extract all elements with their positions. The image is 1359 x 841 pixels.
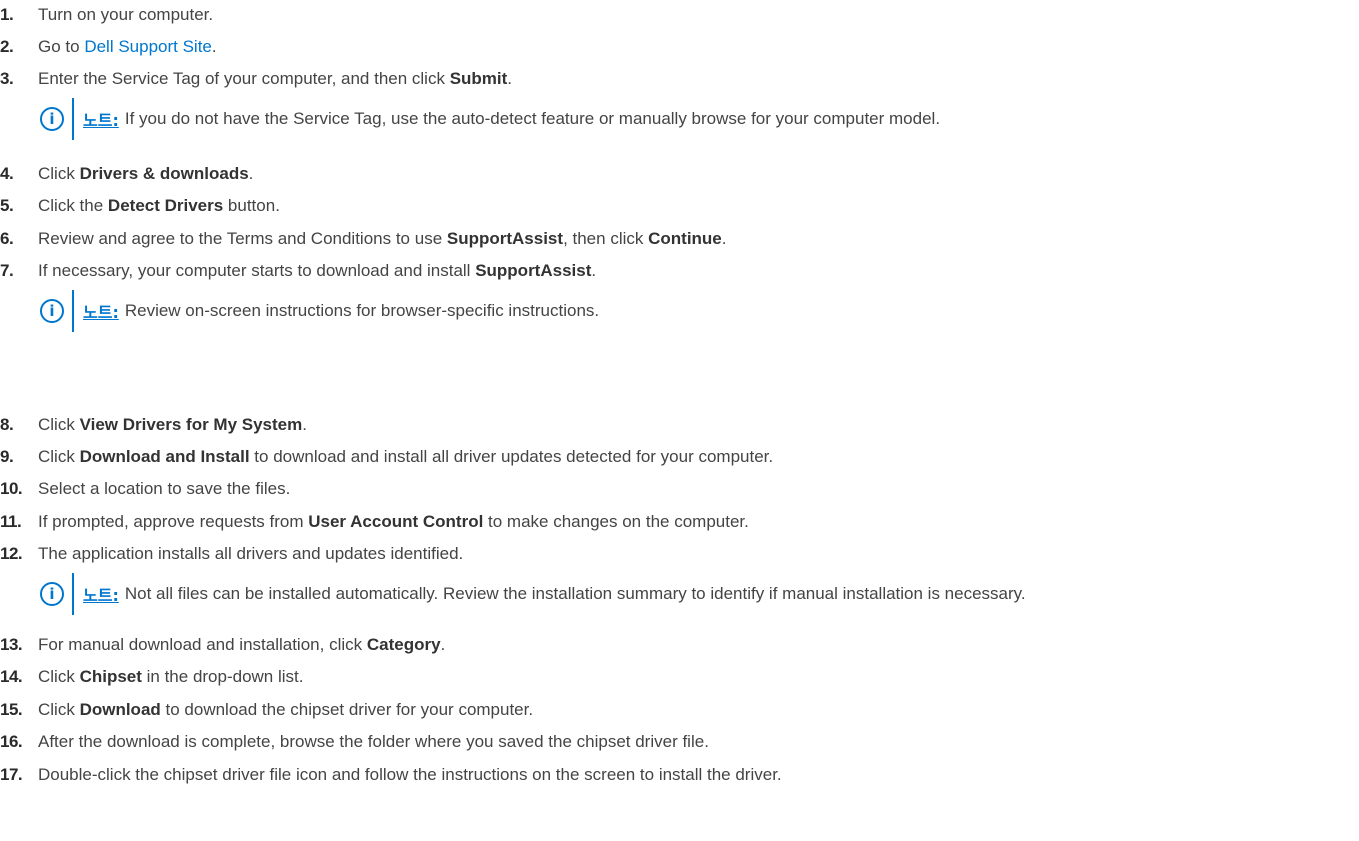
step-number: 7. xyxy=(0,261,14,280)
dell-support-site-link[interactable]: Dell Support Site xyxy=(84,37,212,56)
step-text: Double-click the chipset driver file ico… xyxy=(38,765,782,784)
step-4: 4. Click Drivers & downloads. xyxy=(0,160,253,188)
step-number: 6. xyxy=(0,229,14,248)
step-2: 2. Go to Dell Support Site. xyxy=(0,33,217,61)
note-text: Not all files can be installed automatic… xyxy=(124,584,1026,603)
step-text: Select a location to save the files. xyxy=(38,479,291,498)
step-16: 16. After the download is complete, brow… xyxy=(0,728,709,756)
step-10: 10. Select a location to save the files. xyxy=(0,475,290,503)
step-1: 1. Turn on your computer. xyxy=(0,1,213,29)
note-text: Review on-screen instructions for browse… xyxy=(124,301,600,320)
step-number: 1. xyxy=(0,5,14,24)
step-text: If prompted, approve requests from User … xyxy=(38,512,749,531)
info-circle-icon: i xyxy=(40,107,64,131)
note-label: 노트: xyxy=(83,303,119,322)
instruction-list: 1. Turn on your computer. 2. Go to Dell … xyxy=(0,0,1359,841)
step-9: 9. Click Download and Install to downloa… xyxy=(0,443,773,471)
note-text: If you do not have the Service Tag, use … xyxy=(124,109,941,128)
step-number: 17. xyxy=(0,765,23,784)
step-number: 8. xyxy=(0,415,14,434)
step-17: 17. Double-click the chipset driver file… xyxy=(0,761,782,789)
step-6: 6. Review and agree to the Terms and Con… xyxy=(0,225,727,253)
step-number: 10. xyxy=(0,479,23,498)
note-label: 노트: xyxy=(83,111,119,130)
step-number: 4. xyxy=(0,164,14,183)
step-14: 14. Click Chipset in the drop-down list. xyxy=(0,663,304,691)
note-divider xyxy=(72,98,74,140)
step-text: Enter the Service Tag of your computer, … xyxy=(38,69,513,88)
step-text: Go to Dell Support Site. xyxy=(38,37,217,56)
note-browser-instructions: i 노트: Review on-screen instructions for … xyxy=(38,290,599,332)
step-number: 14. xyxy=(0,667,23,686)
note-divider xyxy=(72,290,74,332)
step-number: 11. xyxy=(0,512,22,531)
step-text: The application installs all drivers and… xyxy=(38,544,464,563)
note-manual-installation: i 노트: Not all files can be installed aut… xyxy=(38,573,1026,615)
note-service-tag: i 노트: If you do not have the Service Tag… xyxy=(38,98,940,140)
info-circle-icon: i xyxy=(40,299,64,323)
step-number: 13. xyxy=(0,635,23,654)
step-text: Click the Detect Drivers button. xyxy=(38,196,280,215)
step-text: For manual download and installation, cl… xyxy=(38,635,446,654)
step-text: Click Drivers & downloads. xyxy=(38,164,254,183)
step-number: 9. xyxy=(0,447,14,466)
step-text: If necessary, your computer starts to do… xyxy=(38,261,597,280)
step-text: After the download is complete, browse t… xyxy=(38,732,709,751)
step-text: Click Download and Install to download a… xyxy=(38,447,774,466)
note-label: 노트: xyxy=(83,586,119,605)
step-12: 12. The application installs all drivers… xyxy=(0,540,463,568)
step-number: 5. xyxy=(0,196,14,215)
step-text: Click Chipset in the drop-down list. xyxy=(38,667,304,686)
step-5: 5. Click the Detect Drivers button. xyxy=(0,192,280,220)
step-number: 16. xyxy=(0,732,23,751)
step-text: Turn on your computer. xyxy=(38,5,214,24)
step-text: Review and agree to the Terms and Condit… xyxy=(38,229,727,248)
step-number: 3. xyxy=(0,69,14,88)
step-13: 13. For manual download and installation… xyxy=(0,631,445,659)
info-circle-icon: i xyxy=(40,582,64,606)
step-3: 3. Enter the Service Tag of your compute… xyxy=(0,65,512,93)
step-11: 11. If prompted, approve requests from U… xyxy=(0,508,749,536)
step-text: Click View Drivers for My System. xyxy=(38,415,307,434)
step-7: 7. If necessary, your computer starts to… xyxy=(0,257,596,285)
step-text: Click Download to download the chipset d… xyxy=(38,700,534,719)
step-number: 15. xyxy=(0,700,23,719)
step-number: 2. xyxy=(0,37,14,56)
step-8: 8. Click View Drivers for My System. xyxy=(0,411,307,439)
note-divider xyxy=(72,573,74,615)
step-number: 12. xyxy=(0,544,23,563)
step-15: 15. Click Download to download the chips… xyxy=(0,696,533,724)
